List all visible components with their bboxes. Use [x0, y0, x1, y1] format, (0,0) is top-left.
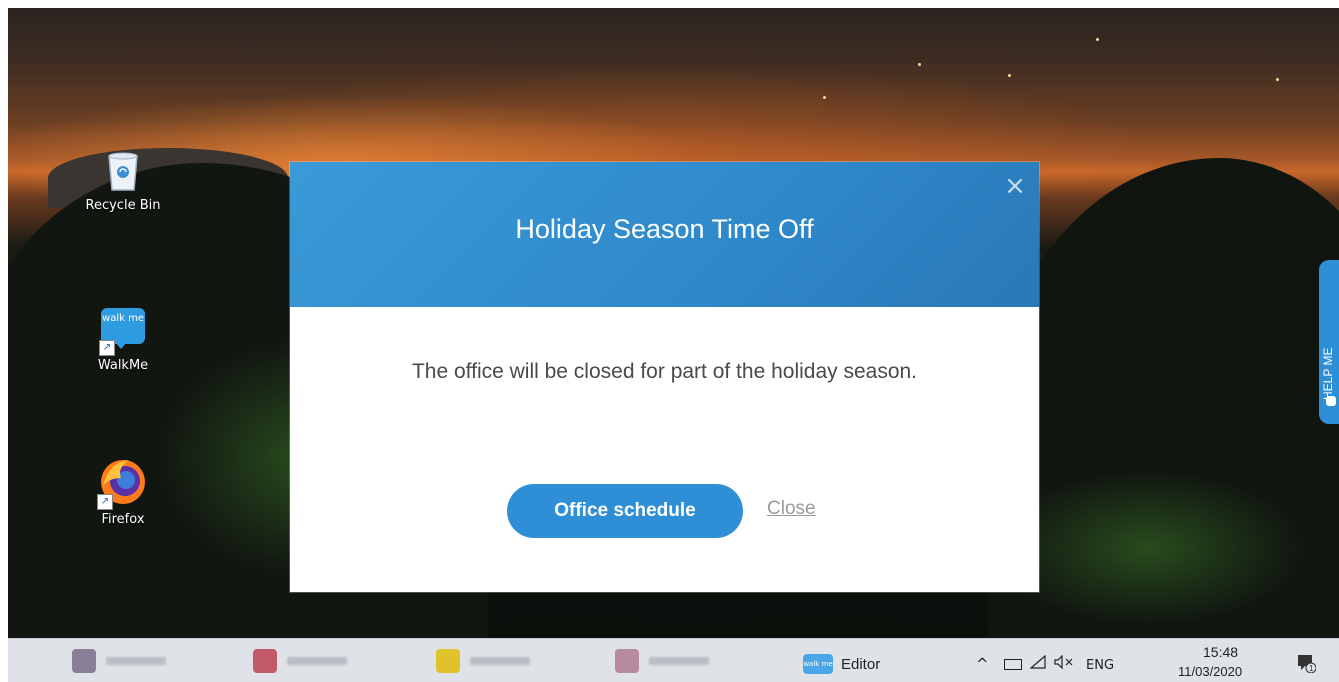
desktop-icon-label: Firefox	[101, 512, 145, 527]
star	[1008, 74, 1011, 77]
walkme-editor-label[interactable]: Editor	[841, 656, 880, 673]
modal-message: The office will be closed for part of th…	[411, 360, 918, 383]
desktop-icon-walkme[interactable]: walk me ↗ WalkMe	[73, 308, 173, 373]
office-schedule-button[interactable]: Office schedule	[507, 484, 743, 538]
taskbar-app-label	[649, 657, 709, 665]
modal-title: Holiday Season Time Off	[515, 214, 814, 244]
taskbar-app[interactable]	[436, 649, 556, 673]
desktop-icon-recycle-bin[interactable]: Recycle Bin	[73, 148, 173, 213]
taskbar-app-label	[106, 657, 166, 665]
star	[1276, 78, 1279, 81]
chat-icon	[1326, 396, 1336, 406]
help-me-label: HELP ME	[1321, 347, 1335, 400]
taskbar-app[interactable]	[615, 649, 735, 673]
taskbar-app-label	[287, 657, 347, 665]
close-link[interactable]: Close	[767, 498, 816, 520]
chrome-icon	[72, 649, 96, 673]
modal-header: Holiday Season Time Off ×	[290, 162, 1039, 307]
chrome-icon	[615, 649, 639, 673]
recycle-bin-icon	[105, 148, 141, 192]
svg-text:1: 1	[1309, 664, 1314, 673]
walkme-editor-icon[interactable]: walk me	[803, 654, 833, 674]
desktop-icon-firefox[interactable]: ↗ Firefox	[73, 456, 173, 527]
taskbar-app[interactable]	[72, 649, 192, 673]
taskbar: walk me Editor ^ ENG 15:48 11/03/2020 1	[8, 638, 1339, 682]
holiday-modal: Holiday Season Time Off × The office wil…	[290, 162, 1039, 592]
chrome-icon	[253, 649, 277, 673]
desktop-icon-label: WalkMe	[97, 358, 149, 373]
walkme-icon: walk me ↗	[99, 308, 145, 356]
clock-date[interactable]: 11/03/2020	[1178, 664, 1242, 679]
star	[823, 96, 826, 99]
close-icon[interactable]: ×	[1003, 173, 1027, 199]
shortcut-arrow-icon: ↗	[99, 340, 115, 356]
clock-time[interactable]: 15:48	[1203, 644, 1238, 660]
firefox-icon: ↗	[97, 456, 147, 510]
desktop-icon-label: Recycle Bin	[85, 198, 161, 213]
language-indicator[interactable]: ENG	[1086, 658, 1114, 673]
shortcut-arrow-icon: ↗	[97, 494, 113, 510]
wifi-icon[interactable]	[1029, 654, 1046, 673]
show-hidden-icons-chevron[interactable]: ^	[976, 655, 989, 673]
speaker-muted-icon[interactable]	[1054, 654, 1076, 673]
help-me-tab[interactable]: HELP ME	[1319, 260, 1339, 424]
star	[1096, 38, 1099, 41]
walkme-logo-text: walk me	[101, 308, 145, 344]
star	[918, 63, 921, 66]
battery-icon[interactable]	[1004, 659, 1022, 670]
notifications-icon[interactable]: 1	[1296, 653, 1317, 674]
sticky-notes-icon	[436, 649, 460, 673]
taskbar-app-label	[470, 657, 530, 665]
taskbar-app[interactable]	[253, 649, 373, 673]
